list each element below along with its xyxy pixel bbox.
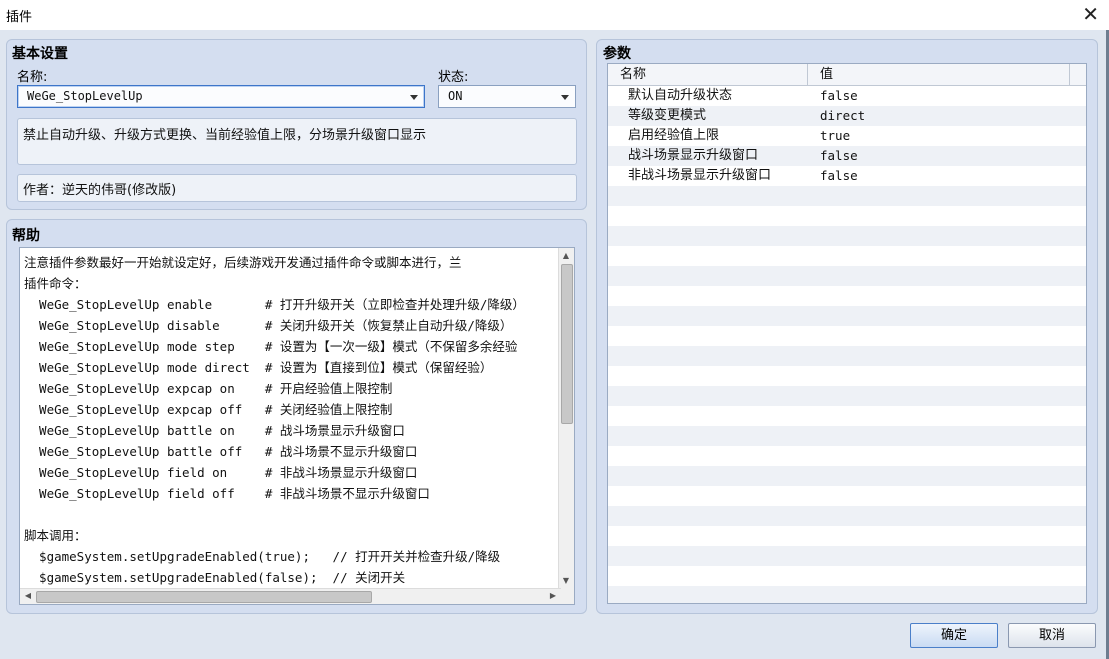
table-body: 默认自动升级状态 false 等级变更模式 direct 启用经验值上限 true 战斗场景… bbox=[608, 86, 1086, 603]
chevron-down-icon bbox=[410, 95, 418, 100]
table-row[interactable] bbox=[608, 586, 1086, 603]
ok-button[interactable]: 确定 bbox=[910, 623, 998, 648]
table-row[interactable] bbox=[608, 266, 1086, 286]
help-line: WeGe_StopLevelUp expcap on # 开启经验值上限控制 bbox=[24, 381, 393, 396]
param-name: 战斗场景显示升级窗口 bbox=[628, 148, 759, 163]
table-row[interactable] bbox=[608, 386, 1086, 406]
help-line: 注意插件参数最好一开始就设定好，后续游戏开发通过插件命令或脚本进行，兰 bbox=[24, 255, 462, 270]
help-line: WeGe_StopLevelUp field off # 非战斗场景不显示升级窗… bbox=[24, 486, 430, 501]
table-header: 名称 值 bbox=[608, 64, 1086, 86]
table-row[interactable] bbox=[608, 486, 1086, 506]
vertical-scrollbar[interactable]: ▲ ▼ bbox=[558, 248, 574, 589]
param-name: 等级变更模式 bbox=[628, 108, 707, 123]
help-line: WeGe_StopLevelUp expcap off # 关闭经验值上限控制 bbox=[24, 402, 393, 417]
author-box: 作者：逆天的伟哥(修改版) bbox=[17, 174, 577, 202]
table-row[interactable] bbox=[608, 566, 1086, 586]
status-label: 状态: bbox=[438, 70, 469, 85]
column-header-value[interactable]: 值 bbox=[808, 64, 1070, 85]
table-row[interactable]: 等级变更模式 direct bbox=[608, 106, 1086, 126]
param-name: 非战斗场景显示升级窗口 bbox=[628, 168, 772, 183]
table-row[interactable] bbox=[608, 206, 1086, 226]
table-row[interactable] bbox=[608, 426, 1086, 446]
vertical-scroll-thumb[interactable] bbox=[561, 264, 573, 424]
table-row[interactable] bbox=[608, 446, 1086, 466]
param-value: true bbox=[820, 128, 851, 143]
help-line: WeGe_StopLevelUp mode step # 设置为【一次一级】模式… bbox=[24, 339, 518, 354]
param-value: direct bbox=[820, 108, 866, 123]
status-value: ON bbox=[448, 89, 463, 103]
help-line: $gameSystem.setUpgradeEnabled(true); // … bbox=[24, 549, 501, 564]
cancel-button[interactable]: 取消 bbox=[1008, 623, 1096, 648]
table-row[interactable] bbox=[608, 286, 1086, 306]
name-label: 名称: bbox=[17, 70, 48, 85]
parameters-table: 名称 值 默认自动升级状态 false 等级变更模式 direct 启用经验值上限 tru… bbox=[607, 63, 1087, 604]
help-title: 帮助 bbox=[12, 228, 40, 244]
param-value: false bbox=[820, 88, 858, 103]
help-line bbox=[24, 504, 560, 525]
help-line: WeGe_StopLevelUp disable # 关闭升级开关（恢复禁止自动… bbox=[24, 318, 513, 333]
column-header-name[interactable]: 名称 bbox=[608, 64, 808, 85]
param-value: false bbox=[820, 148, 858, 163]
scroll-right-icon[interactable]: ▶ bbox=[546, 589, 560, 603]
table-row[interactable] bbox=[608, 346, 1086, 366]
scroll-down-icon[interactable]: ▼ bbox=[559, 574, 573, 588]
table-row[interactable] bbox=[608, 406, 1086, 426]
table-row[interactable]: 默认自动升级状态 false bbox=[608, 86, 1086, 106]
table-row[interactable] bbox=[608, 186, 1086, 206]
help-line: WeGe_StopLevelUp battle off # 战斗场景不显示升级窗… bbox=[24, 444, 418, 459]
table-row[interactable] bbox=[608, 246, 1086, 266]
help-line: $gameSystem.setUpgradeEnabled(false); //… bbox=[24, 570, 406, 585]
scroll-up-icon[interactable]: ▲ bbox=[559, 249, 573, 263]
param-name: 默认自动升级状态 bbox=[628, 88, 733, 103]
horizontal-scroll-thumb[interactable] bbox=[36, 591, 372, 603]
window-title: 插件 bbox=[6, 10, 33, 25]
close-icon[interactable]: ✕ bbox=[1082, 2, 1099, 26]
help-line: WeGe_StopLevelUp enable # 打开升级开关（立即检查并处理… bbox=[24, 297, 525, 312]
help-line: WeGe_StopLevelUp battle on # 战斗场景显示升级窗口 bbox=[24, 423, 405, 438]
help-line: WeGe_StopLevelUp field on # 非战斗场景显示升级窗口 bbox=[24, 465, 418, 480]
description-text: 禁止自动升级、升级方式更换、当前经验值上限，分场景升级窗口显示 bbox=[23, 128, 427, 143]
table-row[interactable] bbox=[608, 326, 1086, 346]
help-text: 注意插件参数最好一开始就设定好，后续游戏开发通过插件命令或脚本进行，兰 插件命令：… bbox=[24, 252, 560, 588]
table-row[interactable] bbox=[608, 466, 1086, 486]
scrollbar-corner bbox=[559, 589, 574, 604]
parameters-title: 参数 bbox=[603, 46, 631, 62]
scroll-left-icon[interactable]: ◀ bbox=[21, 589, 35, 603]
table-row[interactable] bbox=[608, 366, 1086, 386]
table-row[interactable] bbox=[608, 546, 1086, 566]
param-value: false bbox=[820, 168, 858, 183]
author-text: 作者：逆天的伟哥(修改版) bbox=[23, 183, 177, 198]
help-line: WeGe_StopLevelUp mode direct # 设置为【直接到位】… bbox=[24, 360, 493, 375]
horizontal-scrollbar[interactable]: ◀ ▶ bbox=[20, 588, 561, 604]
table-row[interactable] bbox=[608, 306, 1086, 326]
table-row[interactable]: 启用经验值上限 true bbox=[608, 126, 1086, 146]
table-row[interactable]: 战斗场景显示升级窗口 false bbox=[608, 146, 1086, 166]
help-line: 脚本调用： bbox=[24, 528, 87, 543]
description-box: 禁止自动升级、升级方式更换、当前经验值上限，分场景升级窗口显示 bbox=[17, 118, 577, 165]
chevron-down-icon bbox=[561, 95, 569, 100]
basic-settings-title: 基本设置 bbox=[12, 46, 68, 62]
param-name: 启用经验值上限 bbox=[628, 128, 720, 143]
table-row[interactable]: 非战斗场景显示升级窗口 false bbox=[608, 166, 1086, 186]
help-text-area[interactable]: 注意插件参数最好一开始就设定好，后续游戏开发通过插件命令或脚本进行，兰 插件命令：… bbox=[19, 247, 575, 605]
status-select[interactable]: ON bbox=[438, 85, 576, 108]
table-row[interactable] bbox=[608, 226, 1086, 246]
table-row[interactable] bbox=[608, 526, 1086, 546]
plugin-name-value: WeGe_StopLevelUp bbox=[27, 89, 143, 103]
help-line: 插件命令： bbox=[24, 276, 87, 291]
title-bar: 插件 ✕ bbox=[0, 0, 1109, 30]
table-row[interactable] bbox=[608, 506, 1086, 526]
plugin-name-select[interactable]: WeGe_StopLevelUp bbox=[17, 85, 425, 108]
